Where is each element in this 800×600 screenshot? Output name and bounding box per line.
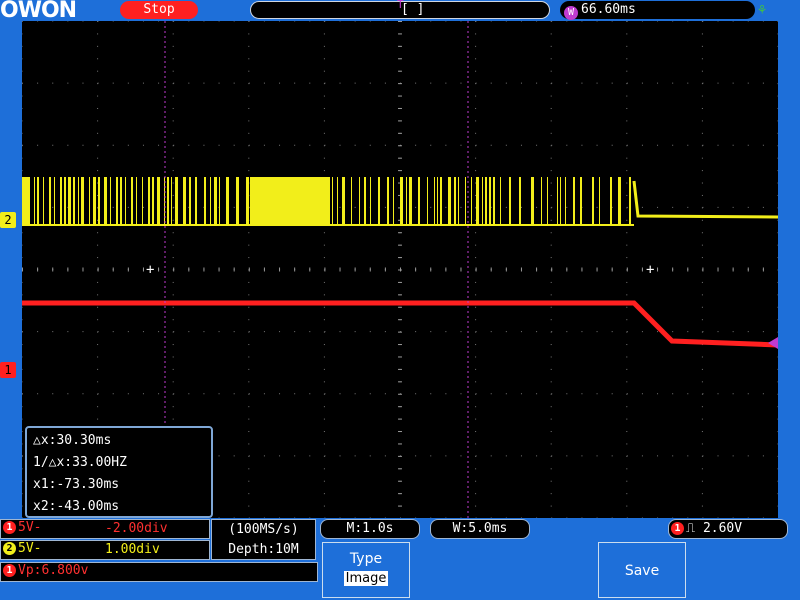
ch2-waveform [22,177,778,226]
window-time-value: 66.60ms [581,2,636,17]
ch1-volts: 5V- [18,520,42,535]
record-depth: Depth:10M [228,542,299,557]
rising-edge-icon: ⎍ [686,521,696,536]
window-position-indicator: [ ] [401,2,425,17]
measure-source-badge: 1 [3,564,16,577]
x1-value: x1:-73.30ms [33,477,120,492]
delta-x: △x:30.30ms [33,433,112,448]
ch1-offset: -2.00div [105,521,168,536]
owon-logo: OWON [0,0,110,22]
inverse-delta-x: 1/△x:33.00HZ [33,455,127,470]
measurement-bar: 1 Vp:6.800v [0,562,318,582]
memory-timebar: T [ ] [250,0,550,19]
type-label: Type [349,551,383,567]
type-softkey[interactable]: Type Image [322,542,410,598]
ch1-info[interactable]: 1 5V- -2.00div [0,519,210,539]
window-time-readout: W 66.60ms [560,1,755,20]
acquisition-info: (100MS/s) Depth:10M [211,519,316,560]
ch2-volts: 5V- [18,541,42,556]
ch2-info[interactable]: 2 5V- 1.00div [0,540,210,560]
ch1-ground-marker[interactable]: 1 [0,362,16,378]
trigger-level-value: 2.60V [702,521,743,536]
vp-measurement: Vp:6.800v [18,563,89,578]
run-stop-status[interactable]: Stop [120,1,198,19]
sample-rate: (100MS/s) [228,522,299,537]
ch2-badge: 2 [3,542,16,555]
trigger-info[interactable]: 1 ⎍ 2.60V [668,519,788,539]
ch2-offset: 1.00div [105,542,160,557]
trigger-level-arrow-icon [768,337,778,349]
crosshair-right: + [646,262,654,278]
type-value: Image [343,571,389,586]
ch1-badge: 1 [3,521,16,534]
cursor-measure-panel: △x:30.30ms 1/△x:33.00HZ x1:-73.30ms x2:-… [25,426,213,518]
ch2-ground-marker[interactable]: 2 [0,212,16,228]
main-timebase[interactable]: M:1.0s [320,519,420,539]
save-softkey[interactable]: Save [598,542,686,598]
ch1-waveform [22,300,778,348]
trigger-source-badge: 1 [671,522,684,535]
usb-icon: ⚘ [757,2,767,18]
crosshair-left: + [146,262,154,278]
x2-value: x2:-43.00ms [33,499,120,514]
window-timebase[interactable]: W:5.0ms [430,519,530,539]
window-icon: W [564,6,578,20]
